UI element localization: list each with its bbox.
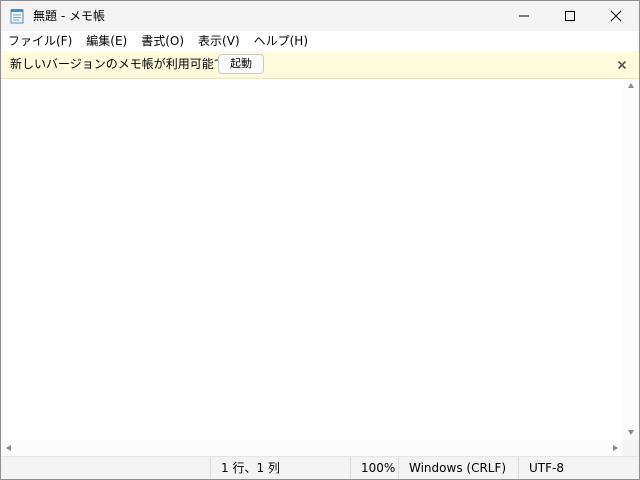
maximize-button[interactable]	[547, 1, 593, 31]
scroll-up-icon[interactable]	[628, 83, 634, 88]
minimize-button[interactable]	[501, 1, 547, 31]
status-encoding: UTF-8	[518, 457, 639, 479]
vertical-scrollbar[interactable]	[623, 79, 639, 440]
text-editor[interactable]	[1, 79, 623, 440]
window-title: 無題 - メモ帳	[33, 9, 105, 23]
dismiss-button[interactable]	[615, 57, 629, 71]
horizontal-scrollbar[interactable]	[1, 440, 623, 456]
notepad-window: 無題 - メモ帳 ファイル(F) 編集(E) 書式(O) 表示(V) ヘルプ(H…	[0, 0, 640, 480]
update-message: 新しいバージョンのメモ帳が利用可能です。	[10, 57, 249, 71]
status-cursor-position: 1 行、1 列	[210, 457, 350, 479]
menu-format[interactable]: 書式(O)	[134, 31, 191, 51]
menu-bar: ファイル(F) 編集(E) 書式(O) 表示(V) ヘルプ(H)	[1, 31, 639, 51]
menu-view[interactable]: 表示(V)	[191, 31, 247, 51]
maximize-icon	[564, 7, 576, 26]
launch-button[interactable]: 起動	[218, 54, 264, 74]
close-button[interactable]	[593, 1, 639, 31]
scroll-down-icon[interactable]	[628, 430, 634, 435]
menu-edit[interactable]: 編集(E)	[79, 31, 134, 51]
update-info-bar: 新しいバージョンのメモ帳が利用可能です。 起動	[1, 51, 639, 79]
scrollbar-corner	[623, 440, 639, 456]
menu-help[interactable]: ヘルプ(H)	[247, 31, 315, 51]
title-bar[interactable]: 無題 - メモ帳	[1, 1, 639, 31]
status-line-ending: Windows (CRLF)	[398, 457, 518, 479]
menu-file[interactable]: ファイル(F)	[1, 31, 79, 51]
minimize-icon	[518, 7, 530, 26]
notepad-icon	[10, 8, 24, 24]
scroll-left-icon[interactable]	[6, 445, 11, 451]
close-icon	[610, 7, 622, 26]
dismiss-icon	[617, 55, 627, 74]
status-zoom: 100%	[350, 457, 398, 479]
status-bar: 1 行、1 列 100% Windows (CRLF) UTF-8	[1, 456, 639, 479]
scroll-right-icon[interactable]	[613, 445, 618, 451]
